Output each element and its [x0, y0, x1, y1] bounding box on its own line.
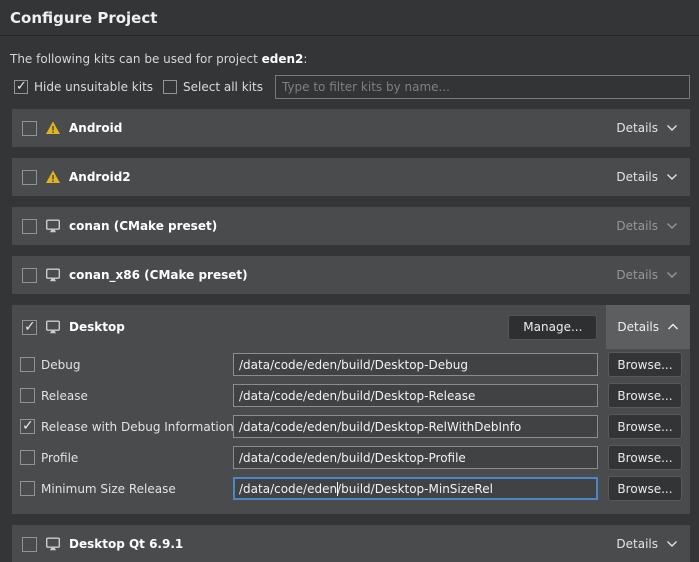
- intro-text: The following kits can be used for proje…: [10, 52, 689, 66]
- manage-button[interactable]: Manage...: [508, 315, 597, 340]
- browse-button[interactable]: Browse...: [608, 476, 682, 501]
- build-config-checkbox[interactable]: [20, 419, 35, 434]
- build-config-label: Release: [41, 389, 233, 403]
- warning-icon: [45, 169, 61, 185]
- chevron-up-icon: [667, 323, 679, 331]
- details-button[interactable]: Details: [616, 268, 678, 282]
- select-all-kits-checkbox-group[interactable]: Select all kits: [163, 80, 263, 94]
- page-title: Configure Project: [0, 0, 699, 36]
- details-button-expanded[interactable]: Details: [606, 305, 690, 349]
- kit-checkbox[interactable]: [22, 320, 37, 335]
- desktop-icon: [45, 267, 61, 283]
- details-button[interactable]: Details: [616, 537, 678, 551]
- kit-name: conan (CMake preset): [69, 219, 217, 233]
- chevron-down-icon: [666, 173, 678, 181]
- chevron-down-icon: [666, 124, 678, 132]
- select-all-kits-checkbox[interactable]: [163, 80, 177, 94]
- chevron-down-icon: [666, 271, 678, 279]
- chevron-down-icon: [666, 540, 678, 548]
- hide-unsuitable-kits-checkbox-group[interactable]: Hide unsuitable kits: [14, 80, 153, 94]
- kit-name: Desktop Qt 6.9.1: [69, 537, 183, 551]
- select-all-kits-label: Select all kits: [183, 80, 263, 94]
- build-config-checkbox[interactable]: [20, 388, 35, 403]
- build-config-row-relwithdebinfo: Release with Debug Information Browse...: [12, 411, 690, 442]
- kit-checkbox[interactable]: [22, 537, 37, 552]
- kit-checkbox[interactable]: [22, 170, 37, 185]
- warning-icon: [45, 120, 61, 136]
- hide-unsuitable-kits-checkbox[interactable]: [14, 80, 28, 94]
- build-config-checkbox[interactable]: [20, 481, 35, 496]
- kit-checkbox[interactable]: [22, 268, 37, 283]
- kit-row-conan: conan (CMake preset) Details: [12, 207, 690, 245]
- kit-checkbox[interactable]: [22, 121, 37, 136]
- build-config-label: Release with Debug Information: [41, 420, 233, 434]
- kit-row-android: Android Details: [12, 109, 690, 147]
- build-config-checkbox[interactable]: [20, 450, 35, 465]
- desktop-icon: [45, 536, 61, 552]
- browse-button[interactable]: Browse...: [608, 414, 682, 439]
- build-config-checkbox[interactable]: [20, 357, 35, 372]
- project-name: eden2: [262, 52, 304, 66]
- build-dir-input[interactable]: [233, 415, 598, 438]
- kit-row-desktop-qt: Desktop Qt 6.9.1 Details: [12, 525, 690, 562]
- build-config-label: Minimum Size Release: [41, 482, 233, 496]
- browse-button[interactable]: Browse...: [608, 383, 682, 408]
- build-dir-input[interactable]: [233, 353, 598, 376]
- build-config-label: Debug: [41, 358, 233, 372]
- kit-filter-input[interactable]: [275, 75, 690, 99]
- hide-unsuitable-kits-label: Hide unsuitable kits: [34, 80, 153, 94]
- filter-bar: Hide unsuitable kits Select all kits: [14, 76, 690, 98]
- browse-button[interactable]: Browse...: [608, 352, 682, 377]
- details-button[interactable]: Details: [616, 121, 678, 135]
- details-button[interactable]: Details: [616, 219, 678, 233]
- kit-name: Desktop: [69, 320, 125, 334]
- kit-row-android2: Android2 Details: [12, 158, 690, 196]
- chevron-down-icon: [666, 222, 678, 230]
- browse-button[interactable]: Browse...: [608, 445, 682, 470]
- build-config-row-debug: Debug Browse...: [12, 349, 690, 380]
- build-config-row-release: Release Browse...: [12, 380, 690, 411]
- kit-row-desktop: Desktop Manage... Details: [12, 305, 690, 349]
- build-dir-input-focused[interactable]: /data/code/eden /build/Desktop-MinSizeRe…: [233, 477, 598, 500]
- build-config-row-profile: Profile Browse...: [12, 442, 690, 473]
- kit-panel-desktop: Desktop Manage... Details Debug Browse..…: [12, 305, 690, 514]
- kit-list: Android Details Android2 Details conan (…: [12, 109, 690, 562]
- kit-name: conan_x86 (CMake preset): [69, 268, 248, 282]
- details-button[interactable]: Details: [616, 170, 678, 184]
- kit-checkbox[interactable]: [22, 219, 37, 234]
- desktop-icon: [45, 218, 61, 234]
- build-config-row-minsizerel: Minimum Size Release /data/code/eden /bu…: [12, 473, 690, 504]
- build-config-label: Profile: [41, 451, 233, 465]
- kit-name: Android2: [69, 170, 131, 184]
- desktop-icon: [45, 319, 61, 335]
- kit-row-conan-x86: conan_x86 (CMake preset) Details: [12, 256, 690, 294]
- build-dir-input[interactable]: [233, 384, 598, 407]
- kit-name: Android: [69, 121, 122, 135]
- build-dir-input[interactable]: [233, 446, 598, 469]
